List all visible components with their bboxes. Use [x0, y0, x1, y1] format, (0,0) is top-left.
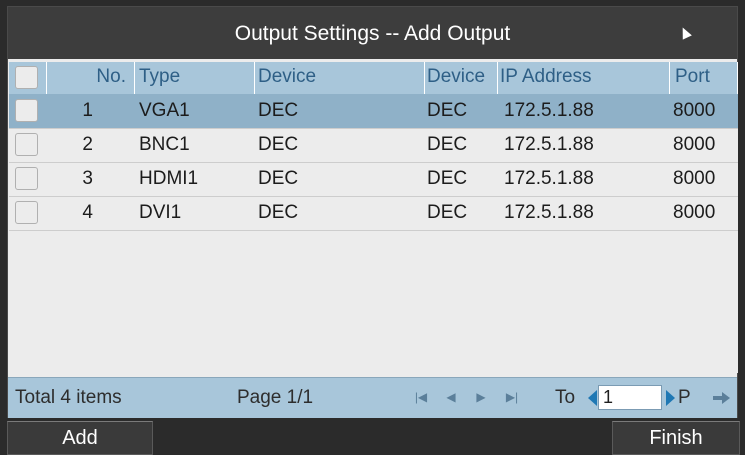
header-device[interactable]: Device: [255, 62, 425, 94]
row-checkbox[interactable]: [15, 133, 38, 156]
title-bar: Output Settings -- Add Output: [8, 7, 737, 59]
cell-type: HDMI1: [139, 168, 199, 189]
cell-no: 2: [82, 134, 93, 155]
row-checkbox[interactable]: [15, 99, 38, 122]
page-increment-icon[interactable]: [666, 390, 675, 406]
cell-port: 8000: [673, 100, 716, 121]
table-row[interactable]: 4 DVI1 DEC DEC 172.5.1.88 8000: [9, 196, 738, 231]
output-table: No. Type Device Device IP Address Port 1…: [9, 62, 738, 373]
output-settings-window: Output Settings -- Add Output No. Type D…: [7, 6, 738, 418]
header-port[interactable]: Port: [670, 62, 738, 94]
cell-device: DEC: [258, 168, 299, 189]
cell-type: DVI1: [139, 202, 182, 223]
prev-page-icon[interactable]: ◀: [444, 387, 458, 407]
cell-port: 8000: [673, 202, 716, 223]
pagination-bar: Total 4 items Page 1/1 |◀ ◀ ▶ ▶| To 1 P: [8, 377, 737, 418]
next-arrow-icon[interactable]: [713, 392, 731, 404]
cell-ip-address: 172.5.1.88: [504, 202, 594, 223]
cell-ip-address: 172.5.1.88: [504, 168, 594, 189]
select-all-checkbox[interactable]: [15, 66, 38, 89]
cell-port: 8000: [673, 168, 716, 189]
row-select-cell: [9, 128, 47, 162]
row-select-cell: [9, 162, 47, 196]
row-checkbox[interactable]: [15, 201, 38, 224]
next-page-icon[interactable]: ▶: [474, 387, 488, 407]
row-checkbox[interactable]: [15, 167, 38, 190]
table-row[interactable]: 1 VGA1 DEC DEC 172.5.1.88 8000: [9, 94, 738, 129]
add-button[interactable]: Add: [7, 421, 153, 455]
cell-no: 1: [82, 100, 93, 121]
table-header: No. Type Device Device IP Address Port: [9, 62, 738, 94]
cell-ip-address: 172.5.1.88: [504, 100, 594, 121]
page-number-input[interactable]: 1: [598, 385, 662, 410]
header-no[interactable]: No.: [47, 62, 135, 94]
page-decrement-icon[interactable]: [588, 390, 597, 406]
select-all-cell: [9, 62, 47, 94]
header-ip-address[interactable]: IP Address: [498, 62, 670, 94]
cell-port: 8000: [673, 134, 716, 155]
cell-device-2: DEC: [427, 134, 468, 155]
cell-device-2: DEC: [427, 202, 468, 223]
cell-device-2: DEC: [427, 168, 468, 189]
row-select-cell: [9, 196, 47, 230]
table-row[interactable]: 2 BNC1 DEC DEC 172.5.1.88 8000: [9, 128, 738, 163]
page-number-value: 1: [603, 387, 614, 407]
cell-device: DEC: [258, 100, 299, 121]
cell-ip-address: 172.5.1.88: [504, 134, 594, 155]
finish-button[interactable]: Finish: [612, 421, 740, 455]
cell-device: DEC: [258, 202, 299, 223]
total-items-label: Total 4 items: [15, 387, 122, 408]
bottom-button-bar: Add Finish: [0, 420, 745, 455]
cell-no: 3: [82, 168, 93, 189]
header-device-2[interactable]: Device: [425, 62, 498, 94]
to-label: To: [555, 387, 576, 408]
row-select-cell: [9, 94, 47, 128]
first-page-icon[interactable]: |◀: [414, 387, 428, 407]
cell-type: VGA1: [139, 100, 190, 121]
page-indicator: Page 1/1: [237, 387, 314, 408]
cell-type: BNC1: [139, 134, 190, 155]
cell-device: DEC: [258, 134, 299, 155]
cell-no: 4: [82, 202, 93, 223]
p-label: P: [678, 387, 691, 408]
cell-device-2: DEC: [427, 100, 468, 121]
header-type[interactable]: Type: [135, 62, 255, 94]
last-page-icon[interactable]: ▶|: [505, 387, 519, 407]
table-row[interactable]: 3 HDMI1 DEC DEC 172.5.1.88 8000: [9, 162, 738, 197]
window-title: Output Settings -- Add Output: [234, 22, 511, 45]
